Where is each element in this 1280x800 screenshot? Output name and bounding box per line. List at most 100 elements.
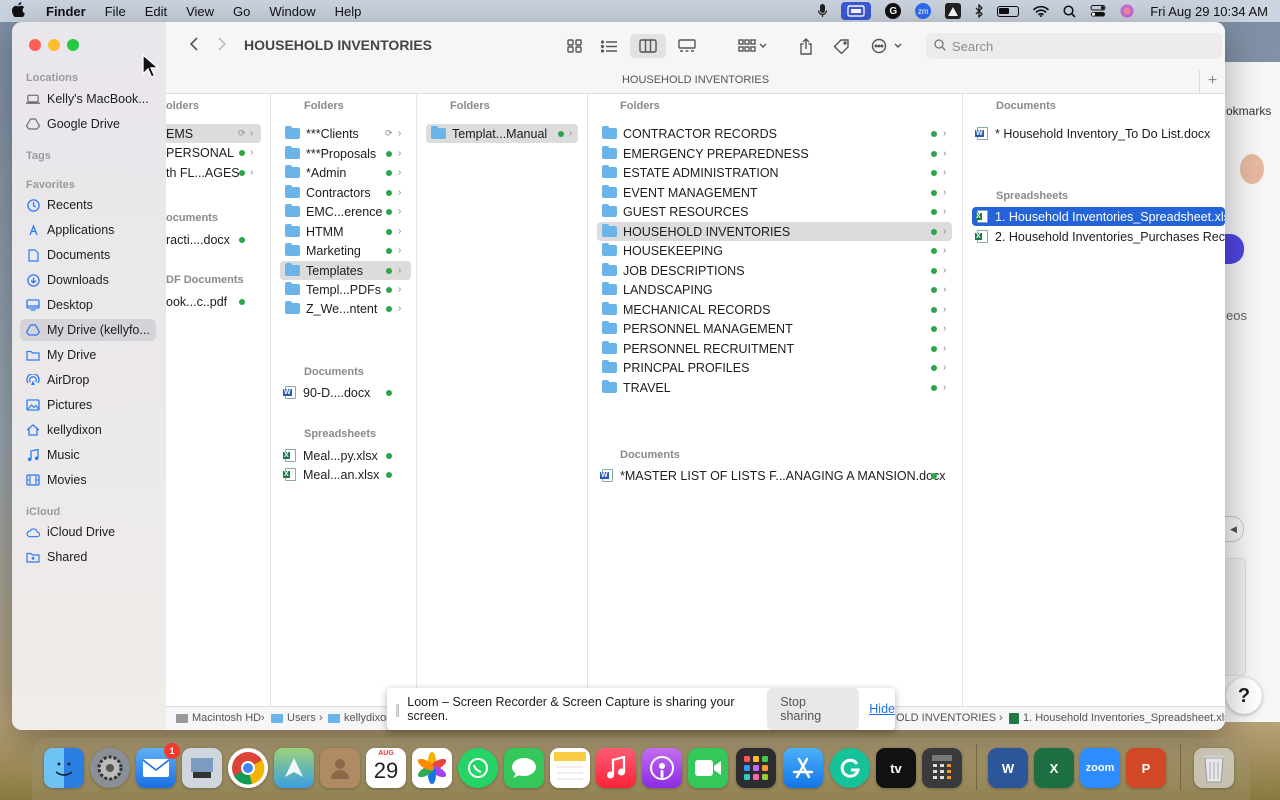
music-app-icon[interactable] [596, 748, 636, 788]
sidebar-item-applications[interactable]: Applications [20, 219, 156, 241]
breadcrumb-kellydixon[interactable]: kellydixon [328, 712, 392, 724]
list-view-button[interactable] [598, 34, 620, 58]
column-view-button[interactable] [630, 34, 666, 58]
list-item[interactable]: *Admin › [285, 163, 411, 182]
search-field[interactable]: Search [926, 33, 1222, 59]
help-button[interactable]: ? [1226, 678, 1262, 714]
control-center-icon[interactable] [1090, 5, 1106, 17]
close-window-button[interactable] [29, 39, 41, 51]
list-item[interactable]: PERSONAL › [166, 143, 261, 162]
photos-app-icon[interactable] [412, 748, 452, 788]
list-item[interactable]: EVENT MANAGEMENT › [602, 183, 952, 202]
finder-app-icon[interactable] [44, 748, 84, 788]
list-item[interactable]: LANDSCAPING › [602, 280, 952, 299]
trash-icon[interactable] [1194, 748, 1234, 788]
column-templates-manual[interactable]: Folders CONTRACTOR RECORDS › EMERGENCY PR… [588, 94, 963, 706]
messages-app-icon[interactable] [504, 748, 544, 788]
breadcrumb-macintosh-hd[interactable]: Macintosh HD [176, 712, 261, 724]
list-item[interactable]: ESTATE ADMINISTRATION › [602, 163, 952, 182]
videos-label[interactable]: eos [1226, 308, 1247, 323]
list-item[interactable]: EMS ⟳ › [166, 124, 261, 143]
list-item[interactable]: PRINCPAL PROFILES › [602, 358, 952, 377]
sidebar-item-google-drive[interactable]: Google Drive [20, 113, 156, 135]
list-item[interactable]: ***Proposals › [285, 144, 411, 163]
whatsapp-app-icon[interactable] [458, 748, 498, 788]
sidebar-item-my-drive-kellyfo[interactable]: My Drive (kellyfo... [20, 319, 156, 341]
sidebar-item-icloud-drive[interactable]: iCloud Drive [20, 521, 156, 543]
screen-record-icon[interactable] [841, 2, 872, 20]
list-item[interactable]: TRAVEL › [602, 378, 952, 397]
list-item[interactable]: 90-D....docx [283, 383, 411, 402]
breadcrumb-users[interactable]: Users [271, 712, 316, 724]
list-item[interactable]: Marketing › [285, 241, 411, 260]
wifi-icon[interactable] [1033, 5, 1050, 17]
new-tab-button[interactable]: + [1199, 70, 1225, 94]
clock[interactable]: Fri Aug 29 10:34 AM [1150, 4, 1268, 19]
list-item[interactable]: *MASTER LIST OF LISTS F...ANAGING A MANS… [600, 466, 952, 485]
forward-button[interactable] [212, 35, 232, 56]
sidebar-item-pictures[interactable]: Pictures [20, 394, 156, 416]
list-item-selected[interactable]: HOUSEHOLD INVENTORIES › [597, 222, 952, 241]
menu-edit[interactable]: Edit [145, 4, 167, 19]
apple-menu-icon[interactable] [12, 2, 26, 20]
column-household-inventories[interactable]: Documents * Household Inventory_To Do Li… [963, 94, 1225, 706]
minimize-window-button[interactable] [48, 39, 60, 51]
menu-finder[interactable]: Finder [46, 4, 86, 19]
list-item[interactable]: GUEST RESOURCES › [602, 202, 952, 221]
search-icon[interactable] [1063, 4, 1076, 18]
avatar[interactable] [1240, 154, 1264, 184]
stop-sharing-button[interactable]: Stop sharing [767, 688, 860, 730]
tab-household-inventories[interactable]: HOUSEHOLD INVENTORIES [622, 74, 769, 86]
list-item[interactable]: HOUSEKEEPING › [602, 241, 952, 260]
column-my-drive[interactable]: Folders ***Clients ⟳ › ***Proposals › *Admi… [271, 94, 417, 706]
calculator-app-icon[interactable] [922, 748, 962, 788]
drag-handle-icon[interactable]: || [395, 701, 400, 717]
maps-app-icon[interactable] [274, 748, 314, 788]
app-store-icon[interactable] [783, 748, 823, 788]
siri-icon[interactable] [1120, 4, 1134, 18]
menu-file[interactable]: File [105, 4, 126, 19]
sidebar-item-downloads[interactable]: Downloads [20, 269, 156, 291]
list-item[interactable]: CONTRACTOR RECORDS › [602, 124, 952, 143]
sidebar-item-macbook[interactable]: Kelly's MacBook... [20, 88, 156, 110]
menu-window[interactable]: Window [269, 4, 315, 19]
list-item[interactable]: th FL...AGES › [166, 163, 261, 182]
facetime-app-icon[interactable] [688, 748, 728, 788]
mail-app-icon[interactable]: 1 [136, 743, 180, 788]
word-app-icon[interactable]: W [988, 748, 1028, 788]
list-item-selected[interactable]: 1. Household Inventories_Spreadsheet.xls… [972, 207, 1225, 226]
list-item[interactable]: ook...c..pdf [166, 292, 261, 311]
breadcrumb-household-inventories[interactable]: OLD INVENTORIES [896, 712, 996, 724]
apple-tv-icon[interactable]: tv [876, 748, 916, 788]
list-item[interactable]: PERSONNEL RECRUITMENT › [602, 339, 952, 358]
back-button[interactable] [184, 35, 204, 56]
sidebar-item-music[interactable]: Music [20, 444, 156, 466]
sidebar-item-my-drive[interactable]: My Drive [20, 344, 156, 366]
powerpoint-app-icon[interactable]: P [1126, 748, 1166, 788]
gallery-view-button[interactable] [676, 34, 698, 58]
podcasts-app-icon[interactable] [642, 748, 682, 788]
chevron-left-icon[interactable]: ◀ [1224, 516, 1244, 542]
list-item[interactable]: Contractors › [285, 183, 411, 202]
list-item[interactable]: Templ...PDFs › [285, 280, 411, 299]
menu-view[interactable]: View [186, 4, 214, 19]
grammarly-app-icon[interactable] [830, 748, 870, 788]
bluetooth-icon[interactable] [975, 4, 984, 18]
sidebar-item-desktop[interactable]: Desktop [20, 294, 156, 316]
sidebar-item-kellydixon[interactable]: kellydixon [20, 419, 156, 441]
notes-app-icon[interactable] [550, 748, 590, 788]
menu-go[interactable]: Go [233, 4, 250, 19]
launchpad-icon[interactable] [736, 748, 776, 788]
contacts-app-icon[interactable] [320, 748, 360, 788]
sidebar-item-recents[interactable]: Recents [20, 194, 156, 216]
list-item[interactable]: EMERGENCY PREPAREDNESS › [602, 144, 952, 163]
sidebar-item-airdrop[interactable]: AirDrop [20, 369, 156, 391]
breadcrumb-spreadsheet[interactable]: 1. Household Inventories_Spreadsheet.xls… [1009, 712, 1225, 724]
list-item[interactable]: EMC...erence › [285, 202, 411, 221]
list-item-selected[interactable]: Templat...Manual › [426, 124, 578, 143]
zoom-window-button[interactable] [67, 39, 79, 51]
list-item[interactable]: * Household Inventory_To Do List.docx [975, 124, 1225, 143]
preview-app-icon[interactable] [182, 748, 222, 788]
sidebar-item-movies[interactable]: Movies [20, 469, 156, 491]
list-item[interactable]: MECHANICAL RECORDS › [602, 300, 952, 319]
